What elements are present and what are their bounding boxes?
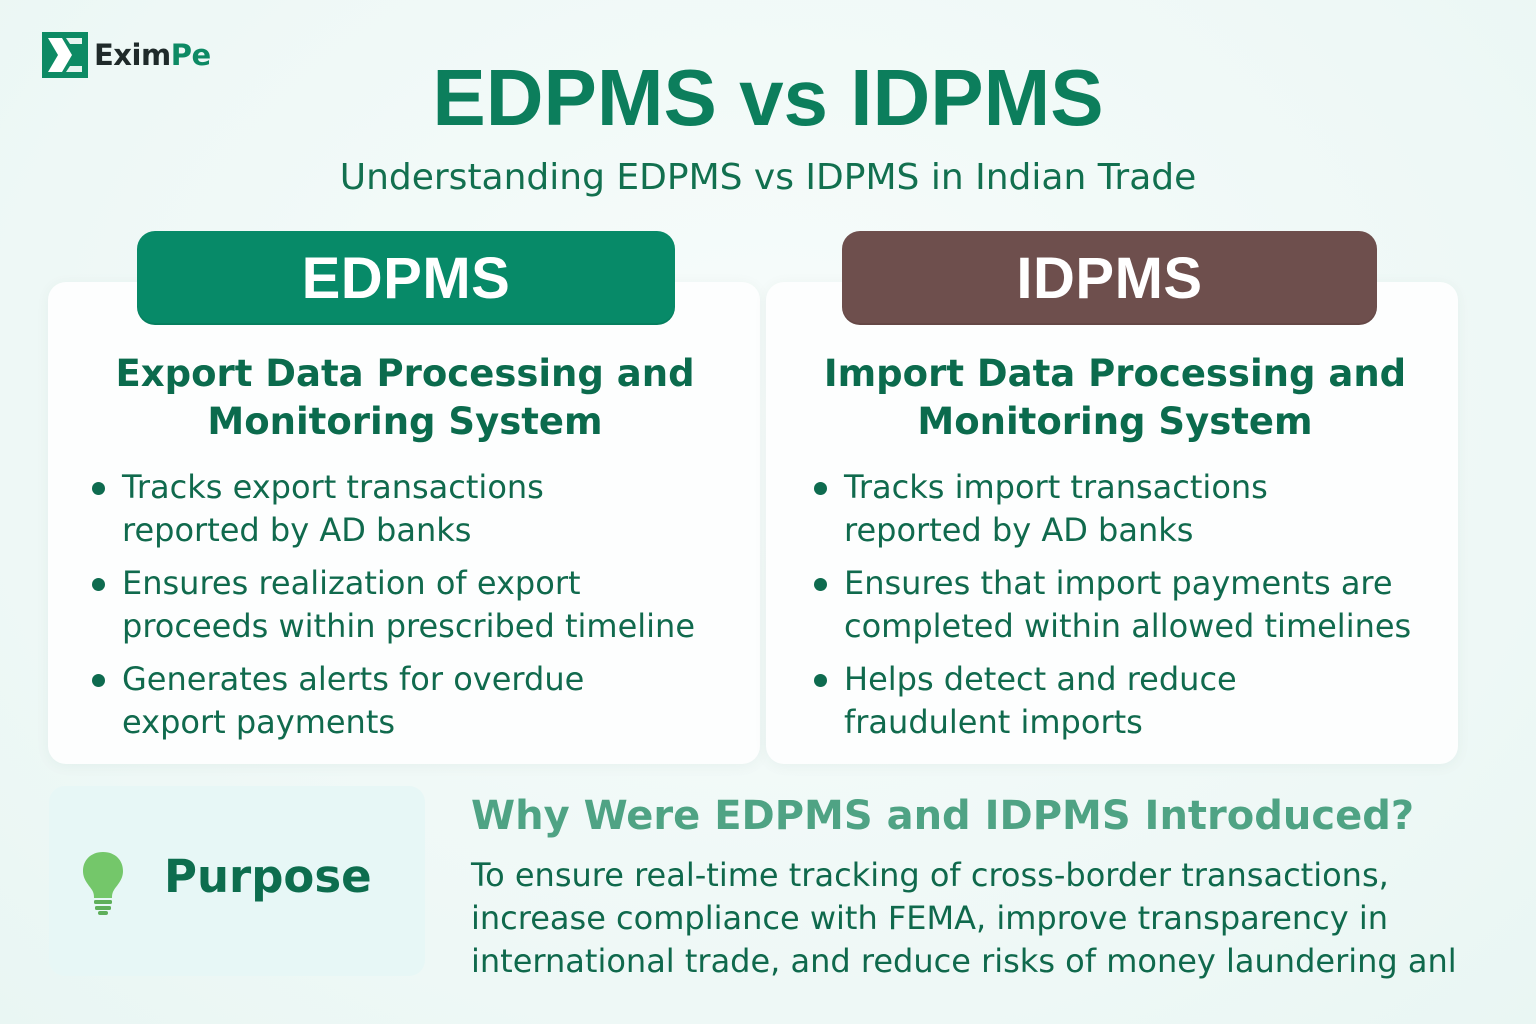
- page-subtitle: Understanding EDPMS vs IDPMS in Indian T…: [339, 157, 1197, 198]
- why-introduced-heading: Why Were EDPMS and IDPMS Introduced?: [471, 793, 1415, 839]
- idpms-point-2-line2: completed within allowed timelines: [844, 607, 1412, 645]
- edpms-point-1-line2: reported by AD banks: [122, 511, 472, 549]
- idpms-point-1-line2: reported by AD banks: [844, 511, 1194, 549]
- edpms-full-name-line1: Export Data Processing and: [115, 352, 695, 395]
- bullet-dot-icon: [92, 674, 105, 687]
- idpms-full-name-line1: Import Data Processing and: [823, 352, 1407, 395]
- idpms-points-list: Tracks import transactions reported by A…: [812, 466, 1432, 754]
- idpms-point-2-line1: Ensures that import payments are: [844, 564, 1393, 602]
- bullet-dot-icon: [814, 674, 827, 687]
- list-item: Helps detect and reduce fraudulent impor…: [812, 658, 1432, 744]
- edpms-point-3-line2: export payments: [122, 703, 396, 741]
- why-body-line3: international trade, and reduce risks of…: [471, 942, 1457, 980]
- idpms-point-1-line1: Tracks import transactions: [844, 468, 1268, 506]
- why-body-line2: increase compliance with FEMA, improve t…: [471, 899, 1389, 937]
- list-item: Ensures realization of export proceeds w…: [90, 562, 730, 648]
- list-item: Tracks export transactions reported by A…: [90, 466, 730, 552]
- edpms-points-list: Tracks export transactions reported by A…: [90, 466, 730, 754]
- idpms-full-name: Import Data Processing and Monitoring Sy…: [810, 350, 1420, 446]
- page-title: EDPMS vs IDPMS: [432, 53, 1104, 142]
- why-body-line1: To ensure real-time tracking of cross-bo…: [471, 856, 1389, 894]
- edpms-full-name: Export Data Processing and Monitoring Sy…: [100, 350, 710, 446]
- bullet-dot-icon: [92, 482, 105, 495]
- list-item: Ensures that import payments are complet…: [812, 562, 1432, 648]
- idpms-full-name-line2: Monitoring System: [917, 400, 1313, 443]
- bullet-dot-icon: [814, 482, 827, 495]
- idpms-point-3-line2: fraudulent imports: [844, 703, 1143, 741]
- why-introduced-body: To ensure real-time tracking of cross-bo…: [471, 854, 1481, 983]
- bullet-dot-icon: [814, 578, 827, 591]
- edpms-point-2-line2: proceeds within prescribed timeline: [122, 607, 695, 645]
- edpms-badge: EDPMS: [137, 231, 675, 325]
- lightbulb-icon: [83, 852, 123, 915]
- bullet-dot-icon: [92, 578, 105, 591]
- purpose-label: Purpose: [164, 850, 372, 903]
- idpms-point-3-line1: Helps detect and reduce: [844, 660, 1237, 698]
- list-item: Tracks import transactions reported by A…: [812, 466, 1432, 552]
- edpms-full-name-line2: Monitoring System: [207, 400, 603, 443]
- edpms-point-2-line1: Ensures realization of export: [122, 564, 581, 602]
- edpms-point-3-line1: Generates alerts for overdue: [122, 660, 585, 698]
- edpms-point-1-line1: Tracks export transactions: [122, 468, 544, 506]
- idpms-badge: IDPMS: [842, 231, 1377, 325]
- list-item: Generates alerts for overdue export paym…: [90, 658, 730, 744]
